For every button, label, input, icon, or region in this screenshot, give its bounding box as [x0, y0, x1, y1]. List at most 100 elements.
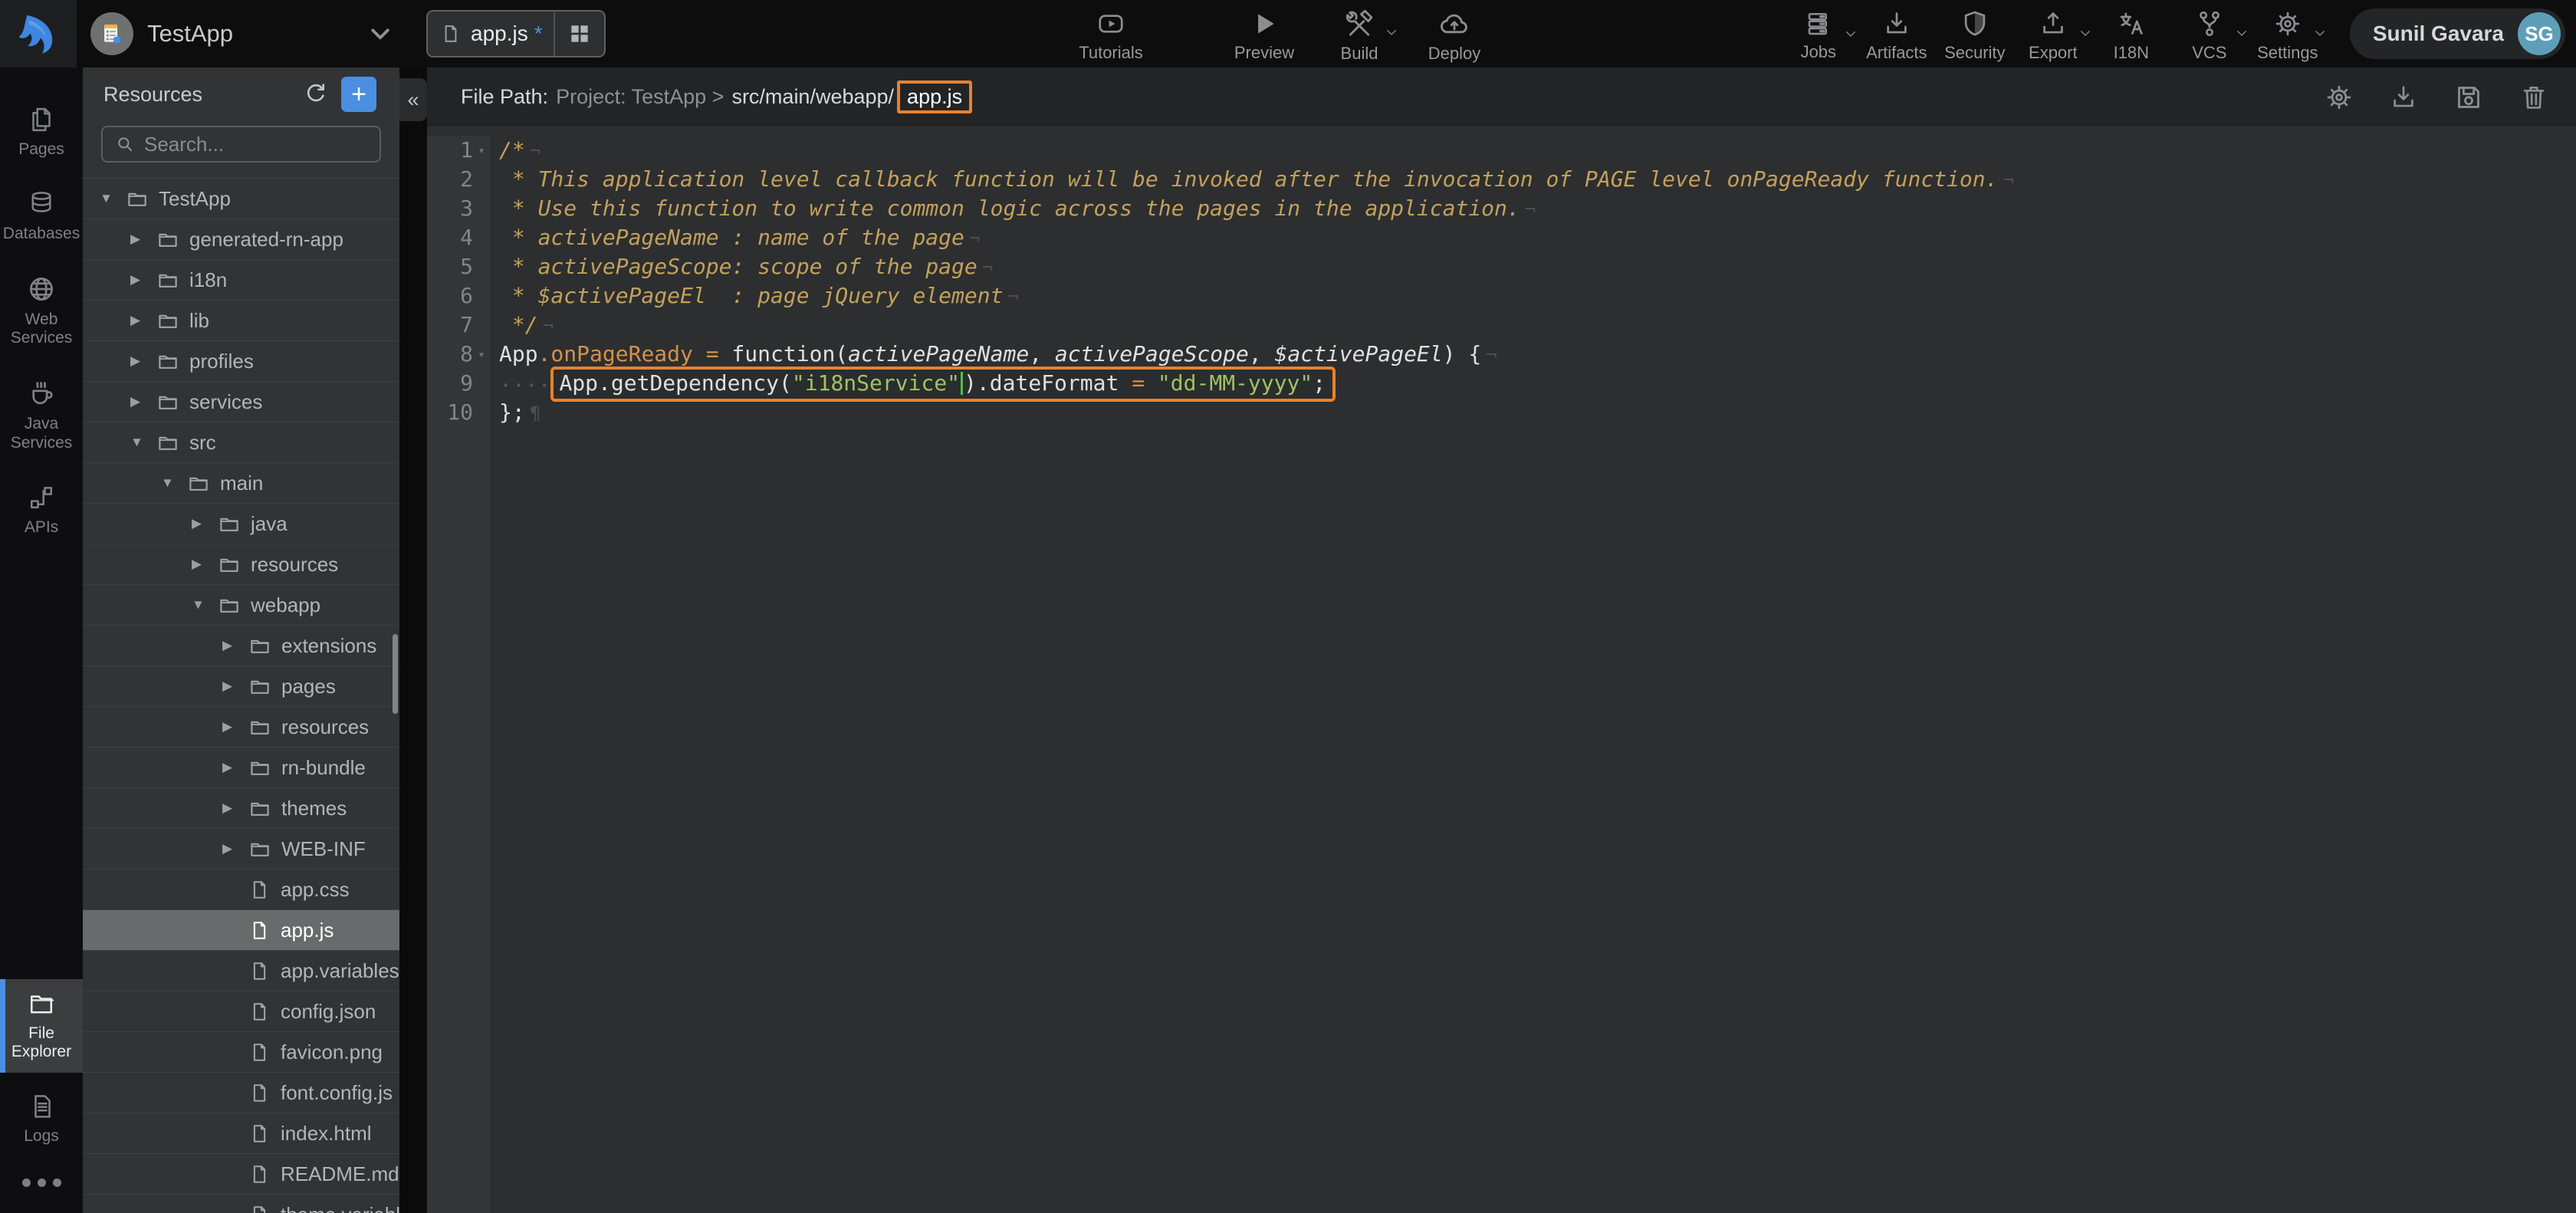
search-input[interactable]	[144, 133, 401, 156]
tree-expand-arrow[interactable]: ▶	[222, 679, 248, 694]
rail-item-file-explorer[interactable]: File Explorer	[0, 979, 83, 1073]
tree-folder-src[interactable]: ▼ src	[83, 422, 399, 463]
eol-marker: ¬	[964, 228, 980, 249]
tree-collapse-arrow[interactable]: ▼	[100, 191, 126, 206]
deploy-button[interactable]: Deploy	[1421, 4, 1487, 64]
tree-collapse-arrow[interactable]: ▼	[161, 475, 187, 491]
preview-button[interactable]: Preview	[1231, 5, 1297, 63]
i18n-button[interactable]: I18N	[2098, 5, 2164, 63]
vcs-button[interactable]: VCS	[2177, 5, 2242, 63]
tree-expand-arrow[interactable]: ▶	[130, 313, 156, 328]
tree-folder-icon	[248, 715, 271, 738]
tree-expand-arrow[interactable]: ▶	[222, 841, 248, 856]
settings-button[interactable]: Settings	[2255, 5, 2321, 63]
editor-save-save-icon[interactable]	[2453, 82, 2484, 113]
code-area[interactable]: 1 ▾ 2 3 4 5 6 7 8 ▾ 9 10 /*¬ * This appl…	[427, 127, 2576, 1213]
tree-expand-arrow[interactable]: ▶	[192, 557, 218, 572]
line-number: 3	[427, 194, 490, 223]
code-line-2: * This application level callback functi…	[499, 165, 2014, 194]
sidebar-scrollbar-thumb[interactable]	[393, 634, 398, 714]
build-button[interactable]: Build	[1326, 4, 1392, 64]
app-logo[interactable]	[0, 0, 77, 67]
tree-expand-arrow[interactable]: ▶	[222, 760, 248, 775]
file-icon	[248, 1204, 271, 1213]
tree-folder-extensions[interactable]: ▶ extensions	[83, 626, 399, 666]
fold-marker-icon[interactable]: ▾	[473, 340, 490, 369]
security-label: Security	[1944, 43, 2005, 63]
tree-expand-arrow[interactable]: ▶	[222, 719, 248, 735]
tree-file-app-css[interactable]: app.css	[83, 869, 399, 910]
rail-item-logs[interactable]: Logs	[0, 1082, 83, 1157]
tree-folder-profiles[interactable]: ▶ profiles	[83, 341, 399, 382]
tree-folder-web-inf[interactable]: ▶ WEB-INF	[83, 829, 399, 869]
tree-expand-arrow[interactable]: ▶	[192, 516, 218, 531]
file-icon	[248, 1041, 271, 1063]
editor-settings-gear-icon[interactable]	[2325, 83, 2354, 112]
tree-item-label: WEB-INF	[281, 837, 366, 861]
tree-file-app-variables-js[interactable]: app.variables.js	[83, 951, 399, 991]
tree-folder-generated-rn-app[interactable]: ▶ generated-rn-app	[83, 219, 399, 260]
tree-collapse-arrow[interactable]: ▼	[192, 597, 218, 613]
tree-expand-arrow[interactable]: ▶	[130, 353, 156, 369]
tree-folder-webapp[interactable]: ▼ webapp	[83, 585, 399, 626]
tree-folder-main[interactable]: ▼ main	[83, 463, 399, 504]
ellipsis-icon[interactable]	[0, 1178, 83, 1187]
fold-marker-icon[interactable]: ▾	[473, 136, 490, 165]
tutorials-button[interactable]: Tutorials	[1078, 5, 1144, 63]
refresh-icon[interactable]	[303, 81, 329, 107]
security-button[interactable]: Security	[1942, 5, 2008, 63]
breadcrumb-project: Project: TestApp >	[556, 85, 724, 109]
add-resource-button[interactable]: +	[341, 77, 376, 112]
tree-file-app-js[interactable]: app.js	[83, 910, 399, 951]
highlighted-statement: App.getDependency("i18nService").dateFor…	[550, 367, 1336, 402]
tree-expand-arrow[interactable]: ▶	[222, 638, 248, 653]
rail-item-databases[interactable]: Databases	[0, 179, 83, 255]
tree-folder-themes[interactable]: ▶ themes	[83, 788, 399, 829]
tree-expand-arrow[interactable]: ▶	[130, 394, 156, 409]
rail-item-apis[interactable]: APIs	[0, 473, 83, 548]
rail-item-web-services[interactable]: Web Services	[0, 264, 83, 360]
editor-delete-trash-icon[interactable]	[2519, 83, 2548, 112]
tree-folder-i18n[interactable]: ▶ i18n	[83, 260, 399, 301]
upload-icon	[2039, 9, 2068, 38]
tree-folder-icon	[156, 268, 179, 291]
tree-folder-resources[interactable]: ▶ resources	[83, 544, 399, 585]
editor-download-download-icon[interactable]	[2389, 83, 2418, 112]
tree-folder-lib[interactable]: ▶ lib	[83, 301, 399, 341]
line-number: 8 ▾	[427, 340, 490, 369]
collapse-panel-button[interactable]: «	[399, 78, 427, 121]
tree-folder-resources[interactable]: ▶ resources	[83, 707, 399, 748]
user-name: Sunil Gavara	[2373, 21, 2504, 46]
project-chevron-down-icon[interactable]	[366, 20, 394, 48]
logs-icon	[28, 1093, 55, 1120]
tree-expand-arrow[interactable]: ▶	[130, 272, 156, 288]
tree-file-theme-variables[interactable]: theme.variables	[83, 1195, 399, 1213]
rail-item-label: Java Services	[7, 415, 76, 453]
artifacts-button[interactable]: Artifacts	[1864, 5, 1930, 63]
tree-item-label: themes	[281, 797, 347, 820]
tree-folder-icon	[248, 837, 271, 860]
tree-collapse-arrow[interactable]: ▼	[130, 435, 156, 450]
tree-folder-pages[interactable]: ▶ pages	[83, 666, 399, 707]
tree-expand-arrow[interactable]: ▶	[222, 800, 248, 816]
tree-folder-rn-bundle[interactable]: ▶ rn-bundle	[83, 748, 399, 788]
tree-file-config-json[interactable]: config.json	[83, 991, 399, 1032]
project-switcher[interactable]: TestApp	[90, 0, 233, 67]
rail-item-java-services[interactable]: Java Services	[0, 368, 83, 464]
tree-folder-java[interactable]: ▶ java	[83, 504, 399, 544]
tree-file-font-config-js[interactable]: font.config.js	[83, 1073, 399, 1113]
rail-item-pages[interactable]: Pages	[0, 95, 83, 170]
export-button[interactable]: Export	[2020, 5, 2086, 63]
tree-file-favicon-png[interactable]: favicon.png	[83, 1032, 399, 1073]
tree-folder-services[interactable]: ▶ services	[83, 382, 399, 422]
jobs-button[interactable]: Jobs	[1786, 5, 1852, 62]
tree-file-readme-md[interactable]: README.md	[83, 1154, 399, 1195]
tree-expand-arrow[interactable]: ▶	[130, 232, 156, 247]
eol-marker: ¶	[525, 403, 540, 424]
grid-icon[interactable]	[554, 12, 604, 56]
open-file-tab[interactable]: app.js *	[426, 10, 606, 58]
tree-folder-icon	[248, 634, 271, 657]
tree-folder-testapp[interactable]: ▼ TestApp	[83, 179, 399, 219]
tree-file-index-html[interactable]: index.html	[83, 1113, 399, 1154]
user-menu[interactable]: Sunil Gavara SG	[2350, 8, 2565, 59]
